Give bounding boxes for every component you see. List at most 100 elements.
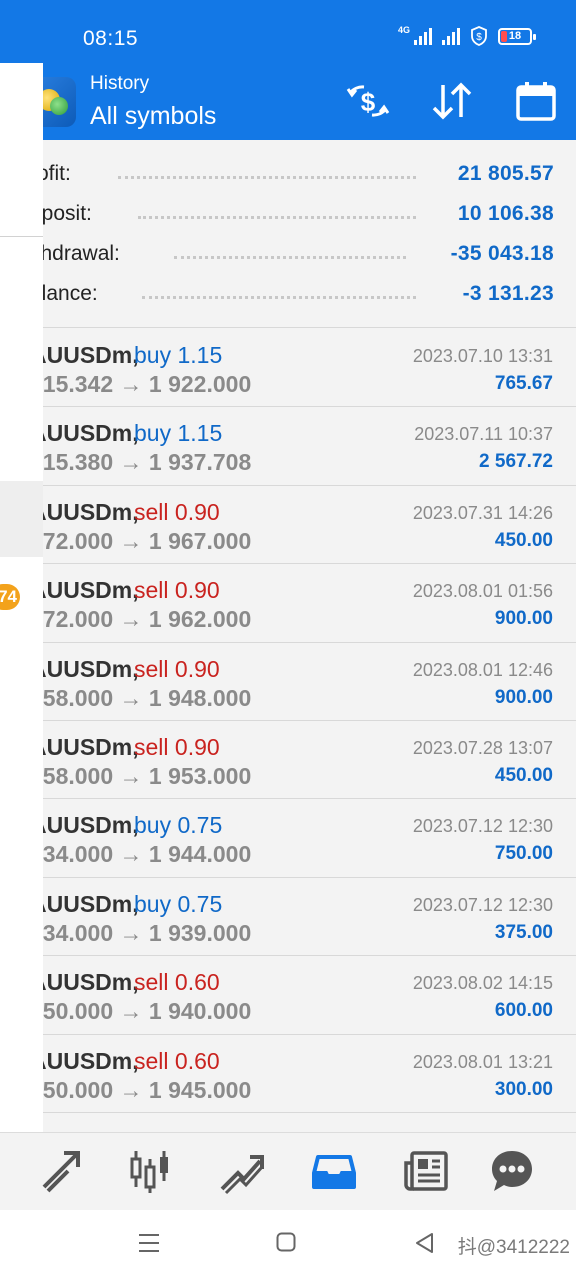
summary-label: ithdrawal: <box>30 242 120 265</box>
home-icon[interactable] <box>276 1232 296 1252</box>
trade-time: 2023.07.12 12:30 <box>412 894 553 915</box>
notification-badge: 74 <box>0 584 20 610</box>
trade-side: buy 0.75 <box>134 812 223 839</box>
system-navigation-bar: 抖@3412222 <box>0 1210 576 1280</box>
toolbar: History All symbols $ <box>0 63 576 140</box>
trade-prices: 915.342 → 1 922.000 <box>30 371 252 397</box>
trade-profit: 450.00 <box>494 529 553 551</box>
trade-side: sell 0.90 <box>134 733 220 760</box>
summary-deposit-row: eposit: 10 106.38 <box>0 194 576 234</box>
battery-icon: 18 <box>498 27 536 45</box>
trade-symbol: AUUSDm, <box>30 812 139 839</box>
signal-2-icon <box>442 27 460 45</box>
trade-side: buy 1.15 <box>134 420 223 447</box>
trend-line-icon[interactable] <box>218 1147 266 1195</box>
trade-symbol: AUUSDm, <box>30 1047 139 1074</box>
summary-value: -35 043.18 <box>450 242 554 265</box>
dotted-leader <box>174 256 406 259</box>
trade-profit: 900.00 <box>494 608 553 630</box>
status-icons: 4G $ 18 <box>397 25 536 46</box>
trade-row[interactable]: AUUSDm, buy 0.75 934.000 → 1 939.000 202… <box>0 877 576 957</box>
sort-icon[interactable] <box>428 79 476 123</box>
trade-time: 2023.07.10 13:31 <box>412 346 553 366</box>
summary-balance-row: alance: -3 131.23 <box>0 274 576 314</box>
side-drawer[interactable]: 74 <box>0 63 43 1210</box>
trade-symbol: AUUSDm, <box>30 969 139 996</box>
trade-profit: 2 567.72 <box>479 451 553 473</box>
inbox-tray-icon[interactable] <box>310 1147 358 1195</box>
trade-profit: 375.00 <box>494 921 553 943</box>
status-time: 08:15 <box>83 27 139 50</box>
trade-side: sell 0.90 <box>134 655 220 682</box>
chat-bubble-icon[interactable] <box>488 1147 536 1195</box>
toolbar-title[interactable]: All symbols <box>90 102 216 131</box>
trade-row[interactable]: AUUSDm, sell 0.60 950.000 → 1 940.000 20… <box>0 956 576 1035</box>
trade-side: sell 0.90 <box>134 498 220 525</box>
summary-value: -3 131.23 <box>462 282 554 305</box>
drawer-divider <box>0 236 43 237</box>
trade-profit: 765.67 <box>494 373 553 394</box>
trade-symbol: AUUSDm, <box>30 655 139 682</box>
watermark-text: 抖@3412222 <box>457 1237 570 1258</box>
dotted-leader <box>118 176 416 179</box>
trade-row[interactable]: AUUSDm, sell 0.90 958.000 → 1 948.000 20… <box>0 642 576 721</box>
trade-side: sell 0.90 <box>134 577 220 604</box>
back-icon[interactable] <box>414 1232 434 1254</box>
network-type: 4G <box>397 25 410 35</box>
svg-text:$: $ <box>361 87 376 117</box>
trade-row[interactable]: AUUSDm, buy 0.75 934.000 → 1 944.000 202… <box>0 799 576 878</box>
menu-icon[interactable] <box>138 1232 160 1254</box>
trade-symbol: AUUSDm, <box>30 342 139 368</box>
trade-side: sell 0.60 <box>134 1047 220 1074</box>
trade-time: 2023.07.12 12:30 <box>412 816 553 837</box>
summary-value: 21 805.57 <box>457 162 554 185</box>
trade-profit: 900.00 <box>494 686 553 708</box>
arrows-diagonal-icon[interactable] <box>38 1147 86 1195</box>
trade-row[interactable]: AUUSDm, sell 0.90 972.000 → 1 967.000 20… <box>0 485 576 565</box>
trade-side: buy 1.15 <box>134 342 223 368</box>
battery-level: 18 <box>508 30 522 42</box>
newspaper-icon[interactable] <box>402 1147 450 1195</box>
trade-prices: 934.000 → 1 944.000 <box>30 841 252 868</box>
trade-history-list[interactable]: AUUSDm, buy 1.15 915.342 → 1 922.000 202… <box>0 329 576 1113</box>
trade-prices: 950.000 → 1 940.000 <box>30 998 252 1025</box>
shield-icon: $ <box>471 26 487 46</box>
candlestick-icon[interactable] <box>126 1147 174 1195</box>
calendar-icon[interactable] <box>512 79 560 123</box>
trade-row[interactable]: AUUSDm, sell 0.90 958.000 → 1 953.000 20… <box>0 720 576 800</box>
trade-side: sell 0.60 <box>134 969 220 996</box>
trade-row[interactable]: AUUSDm, sell 0.60 950.000 → 1 945.000 20… <box>0 1034 576 1113</box>
summary-profit-row: rofit: 21 805.57 <box>0 154 576 194</box>
trade-time: 2023.07.11 10:37 <box>414 424 553 445</box>
trade-time: 2023.08.01 12:46 <box>412 659 553 680</box>
trade-symbol: AUUSDm, <box>30 420 139 447</box>
trade-row[interactable]: AUUSDm, buy 1.15 915.342 → 1 922.000 202… <box>0 329 576 408</box>
trade-time: 2023.08.01 01:56 <box>412 581 553 602</box>
dotted-leader <box>142 296 416 299</box>
trade-prices: 915.380 → 1 937.708 <box>30 449 252 476</box>
trade-prices: 958.000 → 1 953.000 <box>30 762 252 789</box>
deposit-withdraw-icon[interactable]: $ <box>344 79 392 123</box>
trade-profit: 450.00 <box>494 764 553 786</box>
trade-side: buy 0.75 <box>134 890 223 917</box>
trade-time: 2023.07.28 13:07 <box>412 737 553 758</box>
svg-text:$: $ <box>476 32 482 43</box>
summary-withdrawal-row: ithdrawal: -35 043.18 <box>0 234 576 274</box>
trade-symbol: AUUSDm, <box>30 890 139 917</box>
trade-prices: 972.000 → 1 967.000 <box>30 527 252 554</box>
trade-time: 2023.08.01 13:21 <box>412 1051 553 1072</box>
trade-symbol: AUUSDm, <box>30 733 139 760</box>
bottom-navigation <box>0 1132 576 1210</box>
trade-time: 2023.08.02 14:15 <box>412 973 553 994</box>
status-bar: 08:15 4G $ 18 <box>0 0 576 63</box>
trade-row[interactable]: AUUSDm, sell 0.90 972.000 → 1 962.000 20… <box>0 564 576 643</box>
signal-icon <box>414 27 432 45</box>
drawer-item-highlighted[interactable] <box>0 481 43 557</box>
trade-row[interactable]: AUUSDm, buy 1.15 915.380 → 1 937.708 202… <box>0 407 576 486</box>
trade-symbol: AUUSDm, <box>30 577 139 604</box>
toolbar-subtitle: History <box>90 73 150 94</box>
trade-profit: 600.00 <box>494 1000 553 1022</box>
app-screen: 08:15 4G $ 18 History All symbols $ rofi… <box>0 0 576 1280</box>
trade-prices: 934.000 → 1 939.000 <box>30 919 252 946</box>
trade-symbol: AUUSDm, <box>30 498 139 525</box>
